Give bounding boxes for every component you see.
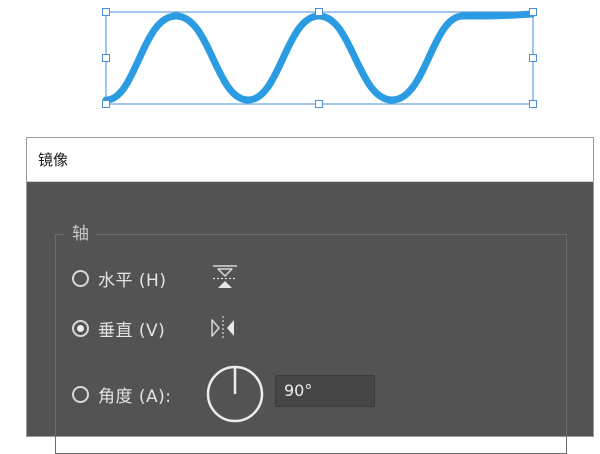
angle-dial-icon[interactable] xyxy=(205,364,265,424)
reflect-dialog: 镜像 轴 水平 (H) 垂直 (V) 角度 (A): 90° xyxy=(26,137,594,454)
radio-vertical[interactable] xyxy=(72,319,89,337)
option-vertical-label: 垂直 (V) xyxy=(98,320,166,341)
handle-top-right[interactable] xyxy=(529,8,537,16)
sine-wave-path[interactable] xyxy=(102,10,536,104)
artboard-canvas xyxy=(0,0,600,120)
angle-input[interactable]: 90° xyxy=(275,375,375,407)
flip-vertical-axis-icon xyxy=(211,316,234,340)
radio-angle[interactable] xyxy=(72,385,89,403)
handle-bottom-middle[interactable] xyxy=(315,100,323,108)
flip-horizontal-axis-icon xyxy=(213,265,237,288)
handle-middle-right[interactable] xyxy=(529,54,537,62)
handle-top-middle[interactable] xyxy=(315,8,323,16)
dialog-titlebar[interactable]: 镜像 xyxy=(27,138,593,182)
wave-selection-svg xyxy=(102,8,537,108)
option-angle[interactable]: 角度 (A): xyxy=(72,380,172,408)
option-vertical[interactable]: 垂直 (V) xyxy=(72,314,165,342)
option-horizontal-label: 水平 (H) xyxy=(98,270,167,291)
handle-bottom-right[interactable] xyxy=(529,100,537,108)
handle-top-left[interactable] xyxy=(102,8,110,16)
axis-group-label: 轴 xyxy=(65,222,96,246)
handle-bottom-left[interactable] xyxy=(102,100,110,108)
dialog-title: 镜像 xyxy=(38,151,69,169)
option-horizontal[interactable]: 水平 (H) xyxy=(72,264,166,292)
radio-vertical-dot xyxy=(77,324,84,332)
handle-middle-left[interactable] xyxy=(102,54,110,62)
radio-horizontal[interactable] xyxy=(72,269,89,287)
option-angle-label: 角度 (A): xyxy=(98,386,172,407)
selection-bounding-box[interactable] xyxy=(105,11,534,105)
